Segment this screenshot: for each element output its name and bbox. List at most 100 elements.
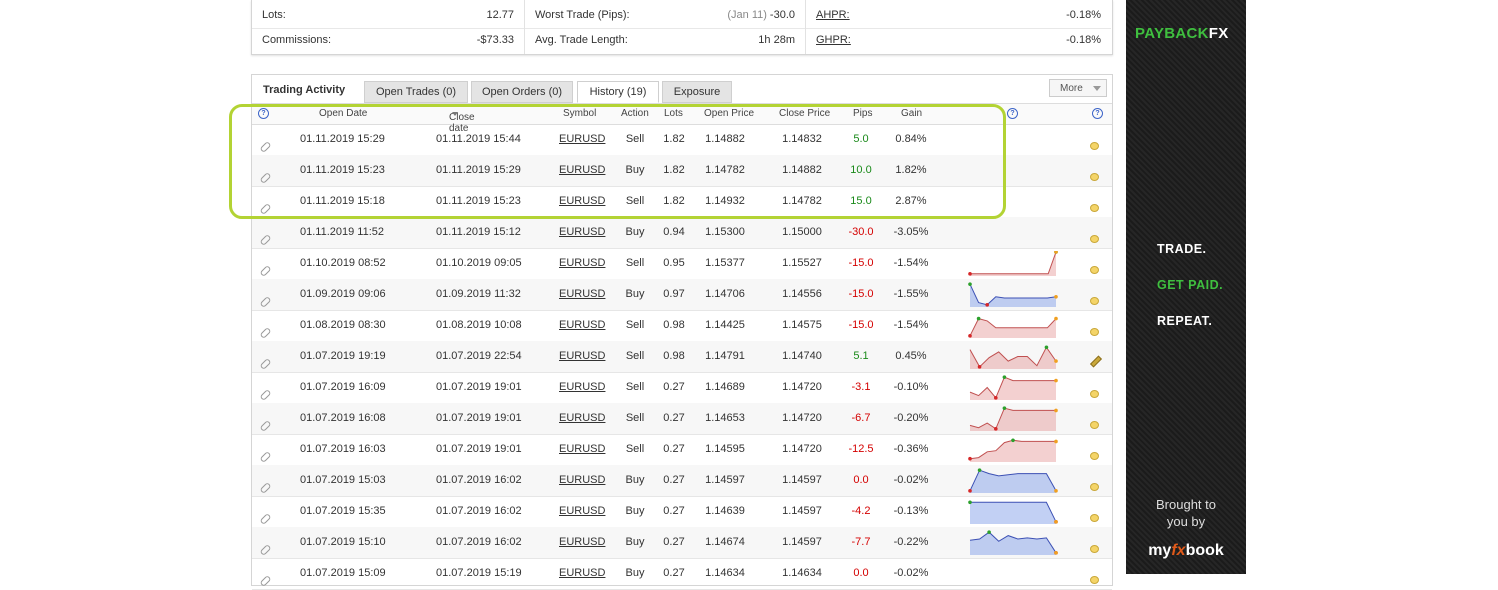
open-price-cell: 1.15377 xyxy=(705,257,745,269)
table-row[interactable]: 01.11.2019 15:18 01.11.2019 15:23 EURUSD Se… xyxy=(252,186,1112,218)
pips-cell: -6.7 xyxy=(851,412,871,424)
trade-sparkline xyxy=(969,345,1058,369)
table-row[interactable]: 01.07.2019 19:19 01.07.2019 22:54 EURUSD Se… xyxy=(252,341,1112,373)
open-price-cell: 1.14706 xyxy=(705,288,745,300)
pips-cell: 0.0 xyxy=(853,474,869,486)
tab-exposure[interactable]: Exposure xyxy=(662,81,732,103)
close-date-cell: 01.07.2019 19:01 xyxy=(436,412,522,424)
ad-tagline-2: GET PAID. xyxy=(1157,278,1224,292)
symbol-link[interactable]: EURUSD xyxy=(559,319,605,331)
col-gain[interactable]: Gain xyxy=(901,108,922,119)
sparkline-point xyxy=(1054,251,1058,254)
close-price-cell: 1.15000 xyxy=(782,226,822,238)
table-row[interactable]: 01.08.2019 08:30 01.08.2019 10:08 EURUSD Se… xyxy=(252,310,1112,342)
sparkline-area xyxy=(970,502,1056,524)
table-row[interactable]: 01.07.2019 15:03 01.07.2019 16:02 EURUSD Bu… xyxy=(252,465,1112,497)
table-row[interactable]: 01.07.2019 15:10 01.07.2019 16:02 EURUSD Bu… xyxy=(252,527,1112,559)
gain-cell: -1.54% xyxy=(893,319,929,331)
help-icon[interactable]: ? xyxy=(1092,108,1103,119)
account-stats-panel: Lots: 12.77 Commissions: -$73.33 Worst T… xyxy=(251,0,1113,55)
stat-date: (Jan 11) xyxy=(727,9,767,21)
tab-open-orders[interactable]: Open Orders (0) xyxy=(471,81,573,103)
pips-cell: -4.2 xyxy=(851,505,871,517)
table-row[interactable]: 01.07.2019 16:03 01.07.2019 19:01 EURUSD Se… xyxy=(252,434,1112,466)
table-header: ? Open Date Close date Symbol Action Lot… xyxy=(252,103,1112,134)
symbol-link[interactable]: EURUSD xyxy=(559,505,605,517)
open-date-cell: 01.09.2019 09:06 xyxy=(300,288,386,300)
ghpr-link[interactable]: GHPR: xyxy=(816,28,851,53)
col-close-price[interactable]: Close Price xyxy=(779,108,830,119)
close-price-cell: 1.14782 xyxy=(782,195,822,207)
open-price-cell: 1.15300 xyxy=(705,226,745,238)
symbol-link[interactable]: EURUSD xyxy=(559,536,605,548)
tab-open-trades[interactable]: Open Trades (0) xyxy=(364,81,468,103)
open-date-cell: 01.07.2019 19:19 xyxy=(300,350,386,362)
lots-cell: 1.82 xyxy=(663,164,685,176)
table-row[interactable]: 01.11.2019 15:23 01.11.2019 15:29 EURUSD Bu… xyxy=(252,155,1112,187)
symbol-link[interactable]: EURUSD xyxy=(559,288,605,300)
table-row[interactable]: 01.07.2019 16:08 01.07.2019 19:01 EURUSD Se… xyxy=(252,403,1112,435)
more-dropdown[interactable]: More xyxy=(1049,79,1107,97)
symbol-link[interactable]: EURUSD xyxy=(559,350,605,362)
symbol-link[interactable]: EURUSD xyxy=(559,164,605,176)
help-icon[interactable]: ? xyxy=(258,108,269,119)
table-row[interactable]: 01.11.2019 15:29 01.11.2019 15:44 EURUSD Se… xyxy=(252,124,1112,156)
close-price-cell: 1.14597 xyxy=(782,474,822,486)
col-symbol[interactable]: Symbol xyxy=(563,108,596,119)
close-date-cell: 01.08.2019 10:08 xyxy=(436,319,522,331)
action-cell: Buy xyxy=(625,164,645,176)
symbol-link[interactable]: EURUSD xyxy=(559,133,605,145)
open-date-cell: 01.07.2019 15:03 xyxy=(300,474,386,486)
stat-row-commissions: Commissions: -$73.33 xyxy=(252,28,524,53)
gain-cell: -0.10% xyxy=(893,381,929,393)
pips-cell: -15.0 xyxy=(848,257,874,269)
symbol-link[interactable]: EURUSD xyxy=(559,226,605,238)
sparkline-point xyxy=(1054,295,1058,299)
sparkline-point xyxy=(1011,438,1015,443)
sparkline-point xyxy=(968,500,972,505)
close-price-cell: 1.14740 xyxy=(782,350,822,362)
ahpr-link[interactable]: AHPR: xyxy=(816,3,850,28)
symbol-link[interactable]: EURUSD xyxy=(559,474,605,486)
table-row[interactable]: 01.10.2019 08:52 01.10.2019 09:05 EURUSD Se… xyxy=(252,248,1112,280)
close-date-cell: 01.07.2019 22:54 xyxy=(436,350,522,362)
symbol-link[interactable]: EURUSD xyxy=(559,412,605,424)
table-row[interactable]: 01.07.2019 16:09 01.07.2019 19:01 EURUSD Se… xyxy=(252,372,1112,404)
stat-value-wrap: (Jan 11) -30.0 xyxy=(727,3,795,28)
symbol-link[interactable]: EURUSD xyxy=(559,381,605,393)
col-lots[interactable]: Lots xyxy=(664,108,683,119)
ad-banner[interactable]: PAYBACKFX TRADE. GET PAID. REPEAT. Broug… xyxy=(1126,0,1246,574)
lots-cell: 0.27 xyxy=(663,412,685,424)
symbol-link[interactable]: EURUSD xyxy=(559,443,605,455)
close-price-cell: 1.14597 xyxy=(782,505,822,517)
table-row[interactable]: 01.07.2019 15:35 01.07.2019 16:02 EURUSD Bu… xyxy=(252,496,1112,528)
col-action[interactable]: Action xyxy=(621,108,649,119)
sparkline-point xyxy=(1054,316,1058,321)
sparkline-area xyxy=(970,532,1056,555)
close-date-cell: 01.11.2019 15:44 xyxy=(436,133,521,145)
help-icon[interactable]: ? xyxy=(1007,108,1018,119)
col-pips[interactable]: Pips xyxy=(853,108,872,119)
close-date-cell: 01.07.2019 16:02 xyxy=(436,536,522,548)
col-open-date[interactable]: Open Date xyxy=(319,108,367,119)
tab-history[interactable]: History (19) xyxy=(577,81,659,103)
open-price-cell: 1.14674 xyxy=(705,536,745,548)
stats-column-2: Worst Trade (Pips): (Jan 11) -30.0 Avg. T… xyxy=(525,0,806,54)
table-row[interactable]: 01.09.2019 09:06 01.09.2019 11:32 EURUSD Bu… xyxy=(252,279,1112,311)
stat-value: -$73.33 xyxy=(476,34,514,46)
open-date-cell: 01.10.2019 08:52 xyxy=(300,257,386,269)
col-open-price[interactable]: Open Price xyxy=(704,108,754,119)
close-date-cell: 01.09.2019 11:32 xyxy=(436,288,521,300)
symbol-link[interactable]: EURUSD xyxy=(559,195,605,207)
table-row[interactable]: 01.11.2019 11:52 01.11.2019 15:12 EURUSD Bu… xyxy=(252,217,1112,249)
open-price-cell: 1.14639 xyxy=(705,505,745,517)
action-cell: Sell xyxy=(625,443,645,455)
stat-label: Avg. Trade Length: xyxy=(535,34,628,46)
brought-to-you-by: Brought to you by xyxy=(1156,497,1216,529)
open-date-cell: 01.11.2019 15:23 xyxy=(300,164,385,176)
symbol-link[interactable]: EURUSD xyxy=(559,257,605,269)
table-row[interactable]: 01.07.2019 15:09 01.07.2019 15:19 EURUSD Bu… xyxy=(252,558,1112,590)
symbol-link[interactable]: EURUSD xyxy=(559,567,605,579)
trade-sparkline xyxy=(968,468,1058,493)
pips-cell: -15.0 xyxy=(848,288,874,300)
